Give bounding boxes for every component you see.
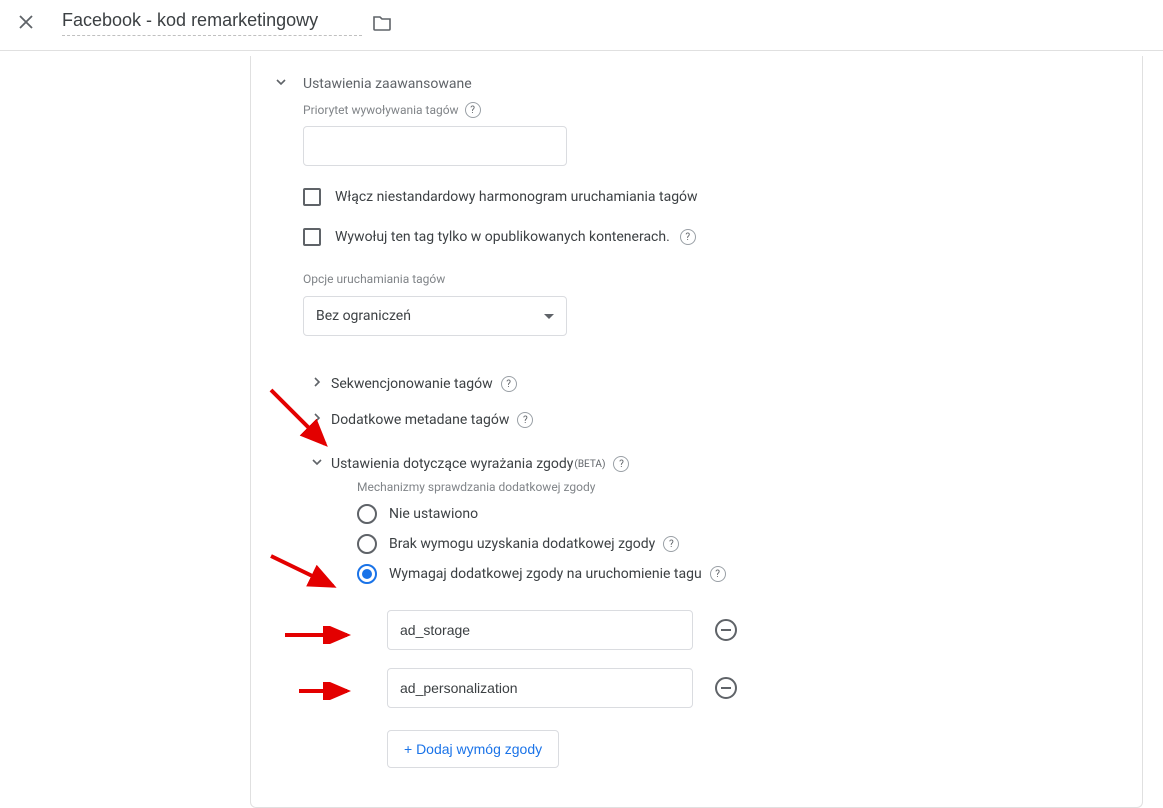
firing-options-value: Bez ograniczeń xyxy=(316,308,411,324)
firing-options-select[interactable]: Bez ograniczeń xyxy=(303,296,567,336)
consent-type-input[interactable] xyxy=(387,610,693,650)
priority-input[interactable] xyxy=(303,126,567,166)
consent-heading: Ustawienia dotyczące wyrażania zgody xyxy=(331,456,573,472)
custom-schedule-checkbox-row[interactable]: Włącz niestandardowy harmonogram urucham… xyxy=(303,188,1118,206)
folder-icon[interactable] xyxy=(372,14,392,32)
remove-icon[interactable] xyxy=(715,677,737,699)
consent-radio-require[interactable]: Wymagaj dodatkowej zgody na uruchomienie… xyxy=(357,564,1118,584)
tag-sequencing-toggle[interactable]: Sekwencjonowanie tagów ? xyxy=(275,376,1118,392)
radio-icon xyxy=(357,564,377,584)
advanced-settings-heading: Ustawienia zaawansowane xyxy=(303,76,472,92)
firing-options-label: Opcje uruchamiania tagów xyxy=(303,272,1118,286)
published-only-label: Wywołuj ten tag tylko w opublikowanych k… xyxy=(335,229,670,245)
consent-radio-none-required[interactable]: Brak wymogu uzyskania dodatkowej zgody ? xyxy=(357,534,1118,554)
tag-title-input[interactable] xyxy=(62,10,362,36)
radio-icon xyxy=(357,504,377,524)
advanced-settings-toggle[interactable]: Ustawienia zaawansowane xyxy=(275,76,1118,92)
close-icon[interactable] xyxy=(18,13,34,33)
beta-badge: (BETA) xyxy=(574,459,605,470)
chevron-down-icon xyxy=(303,456,331,472)
consent-radio-label: Wymagaj dodatkowej zgody na uruchomienie… xyxy=(389,566,702,582)
consent-subtitle: Mechanizmy sprawdzania dodatkowej zgody xyxy=(357,480,1118,494)
consent-radio-label: Brak wymogu uzyskania dodatkowej zgody xyxy=(389,536,655,552)
checkbox-icon xyxy=(303,188,321,206)
consent-radio-label: Nie ustawiono xyxy=(389,506,478,522)
help-icon[interactable]: ? xyxy=(501,376,517,392)
priority-label: Priorytet wywoływania tagów ? xyxy=(303,102,1118,118)
add-consent-requirement-button[interactable]: + Dodaj wymóg zgody xyxy=(387,730,559,768)
chevron-down-icon xyxy=(275,76,303,92)
help-icon[interactable]: ? xyxy=(680,229,696,245)
consent-radio-not-set[interactable]: Nie ustawiono xyxy=(357,504,1118,524)
tag-metadata-label: Dodatkowe metadane tagów xyxy=(331,412,509,428)
settings-panel: Ustawienia zaawansowane Priorytet wywoły… xyxy=(250,56,1143,808)
help-icon[interactable]: ? xyxy=(663,536,679,552)
help-icon[interactable]: ? xyxy=(710,566,726,582)
custom-schedule-label: Włącz niestandardowy harmonogram urucham… xyxy=(335,189,698,205)
dropdown-icon xyxy=(544,314,554,319)
tag-metadata-toggle[interactable]: Dodatkowe metadane tagów ? xyxy=(275,412,1118,428)
consent-type-input[interactable] xyxy=(387,668,693,708)
help-icon[interactable]: ? xyxy=(517,412,533,428)
help-icon[interactable]: ? xyxy=(465,102,481,118)
published-only-checkbox-row[interactable]: Wywołuj ten tag tylko w opublikowanych k… xyxy=(303,228,1118,246)
chevron-right-icon xyxy=(303,376,331,392)
help-icon[interactable]: ? xyxy=(613,456,629,472)
tag-sequencing-label: Sekwencjonowanie tagów xyxy=(331,376,493,392)
consent-settings-toggle[interactable]: Ustawienia dotyczące wyrażania zgody (BE… xyxy=(275,456,1118,472)
checkbox-icon xyxy=(303,228,321,246)
radio-icon xyxy=(357,534,377,554)
remove-icon[interactable] xyxy=(715,619,737,641)
chevron-right-icon xyxy=(303,412,331,428)
